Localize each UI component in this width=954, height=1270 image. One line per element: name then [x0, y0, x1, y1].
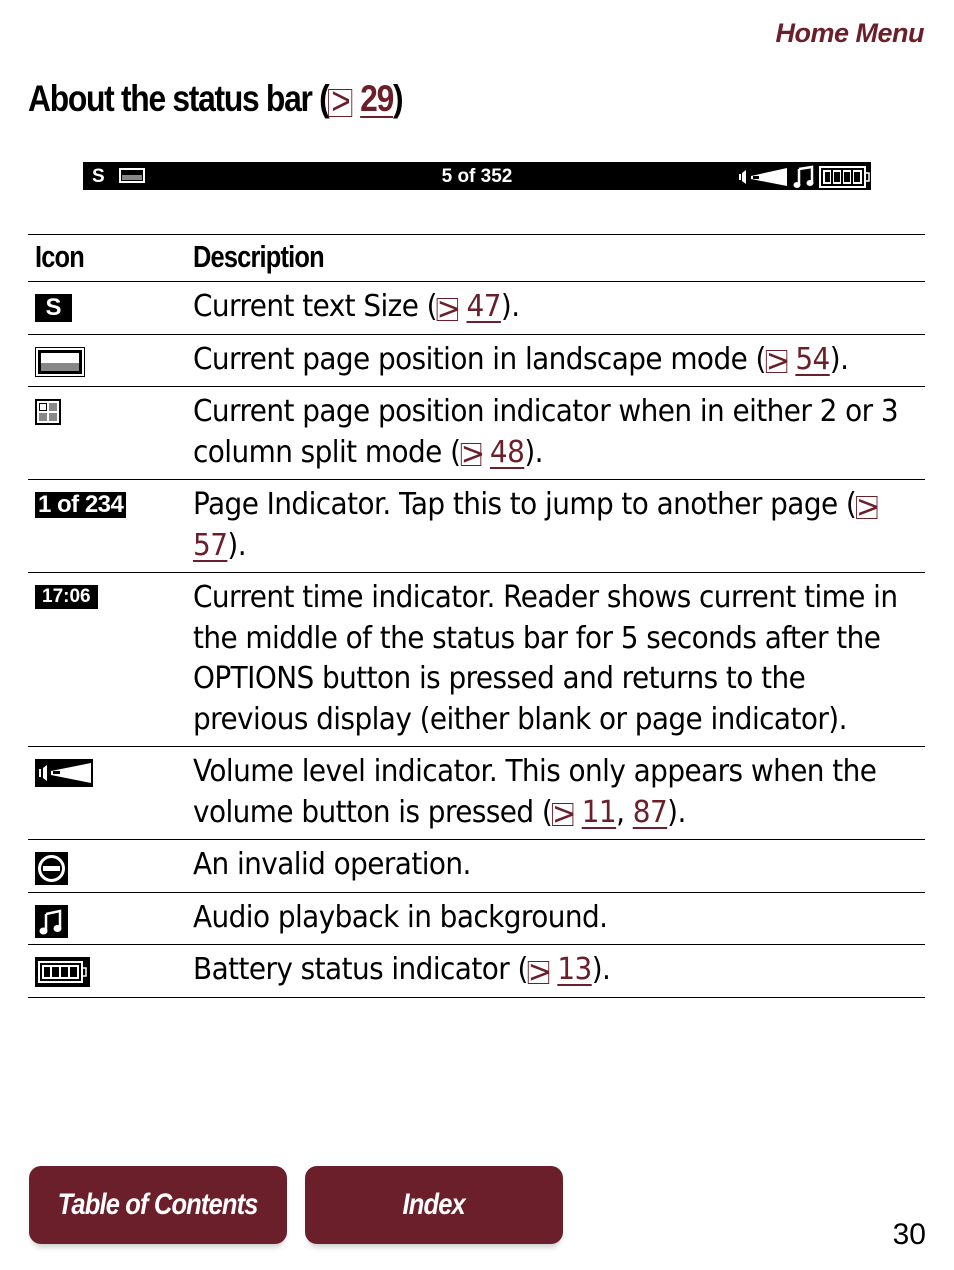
icon-cell: [28, 839, 193, 893]
icon-description-table: Icon Description S Current text Size ( 4…: [28, 234, 925, 998]
page-title: About the status bar ( 29): [28, 78, 404, 120]
description-cell: An invalid operation.: [193, 839, 925, 893]
description-cell: Audio playback in background.: [193, 891, 925, 945]
description-text: Current page position indicator when in …: [193, 394, 899, 470]
column-split-position-icon: [35, 399, 61, 425]
page-reference-link[interactable]: 48: [490, 435, 525, 470]
description-text: Current text Size (: [193, 289, 438, 324]
description-text: Audio playback in background.: [193, 899, 608, 935]
icon-cell: [28, 333, 193, 387]
description-cell: Current text Size ( 47).: [193, 281, 925, 335]
reference-arrow-icon: [856, 495, 878, 519]
table-row: Current page position in landscape mode …: [28, 333, 925, 387]
page-number: 30: [892, 1218, 926, 1251]
reference-arrow-icon: [552, 803, 574, 826]
title-page-link[interactable]: 29: [360, 78, 394, 119]
page-reference-link[interactable]: 13: [557, 952, 592, 987]
icon-cell: [28, 891, 193, 945]
table-row: Current page position indicator when in …: [28, 386, 925, 480]
description-cell: Current page position in landscape mode …: [193, 333, 925, 387]
description-cell: Page Indicator. Tap this to jump to anot…: [193, 479, 925, 573]
description-cell: Current page position indicator when in …: [193, 386, 925, 480]
index-button[interactable]: Index: [305, 1166, 563, 1244]
battery-icon: [35, 957, 90, 987]
volume-icon: [739, 168, 787, 186]
description-suffix: ).: [591, 952, 611, 987]
icon-cell: [28, 386, 193, 480]
page-reference-link[interactable]: 57: [193, 528, 228, 563]
home-menu-link[interactable]: Home Menu: [775, 18, 924, 49]
table-row: S Current text Size ( 47).: [28, 281, 925, 335]
column-header-description: Description: [193, 234, 925, 282]
status-bar-example: S 5 of 352: [83, 162, 871, 190]
invalid-operation-icon: [35, 852, 68, 885]
reference-arrow-icon: [460, 443, 482, 466]
landscape-position-icon: [35, 346, 85, 377]
time-indicator-icon: 17:06: [35, 585, 98, 609]
icon-cell: S: [28, 281, 193, 335]
table-of-contents-button[interactable]: Table of Contents: [29, 1166, 287, 1244]
table-row: Battery status indicator ( 13).: [28, 944, 925, 998]
description-text: Volume level indicator. This only appear…: [193, 754, 877, 830]
icon-cell: 1 of 234: [28, 479, 193, 573]
column-header-icon: Icon: [28, 234, 193, 282]
text-size-icon: S: [35, 294, 72, 322]
table-row: 17:06 Current time indicator. Reader sho…: [28, 572, 925, 747]
description-text: Current page position in landscape mode …: [193, 341, 766, 377]
icon-cell: [28, 746, 193, 840]
icon-cell: [28, 944, 193, 998]
description-suffix: ).: [829, 341, 849, 377]
page-reference-link[interactable]: 87: [633, 795, 668, 830]
description-text: Battery status indicator (: [193, 952, 528, 987]
table-row: Volume level indicator. This only appear…: [28, 746, 925, 840]
reference-arrow-icon: [527, 960, 550, 984]
table-row: An invalid operation.: [28, 839, 925, 893]
description-text: Current time indicator. Reader shows cur…: [193, 580, 898, 737]
reference-arrow-icon: [765, 350, 788, 373]
page-reference-link[interactable]: 47: [467, 289, 502, 324]
title-close: ): [392, 78, 404, 119]
description-cell: Volume level indicator. This only appear…: [193, 746, 925, 840]
description-text: Page Indicator. Tap this to jump to anot…: [193, 487, 857, 522]
description-suffix: ).: [500, 289, 520, 324]
music-note-icon: [793, 165, 814, 188]
reference-arrow-icon: [437, 297, 459, 321]
icon-cell: 17:06: [28, 572, 193, 747]
battery-icon: [819, 166, 870, 188]
description-cell: Current time indicator. Reader shows cur…: [193, 572, 925, 747]
description-suffix: ).: [667, 794, 686, 830]
volume-icon: [35, 759, 93, 787]
music-note-icon: [35, 904, 68, 938]
description-suffix: ).: [524, 434, 543, 470]
reference-arrow-icon: [328, 89, 353, 118]
page-indicator-icon: 1 of 234: [35, 492, 127, 518]
description-text: An invalid operation.: [193, 847, 471, 882]
page-reference-link[interactable]: 11: [582, 795, 617, 830]
title-text: About the status bar (: [28, 78, 330, 119]
page-reference-link[interactable]: 54: [795, 342, 830, 377]
table-row: 1 of 234 Page Indicator. Tap this to jum…: [28, 479, 925, 573]
table-row: Audio playback in background.: [28, 891, 925, 945]
description-suffix: ).: [227, 527, 247, 563]
description-cell: Battery status indicator ( 13).: [193, 944, 925, 998]
